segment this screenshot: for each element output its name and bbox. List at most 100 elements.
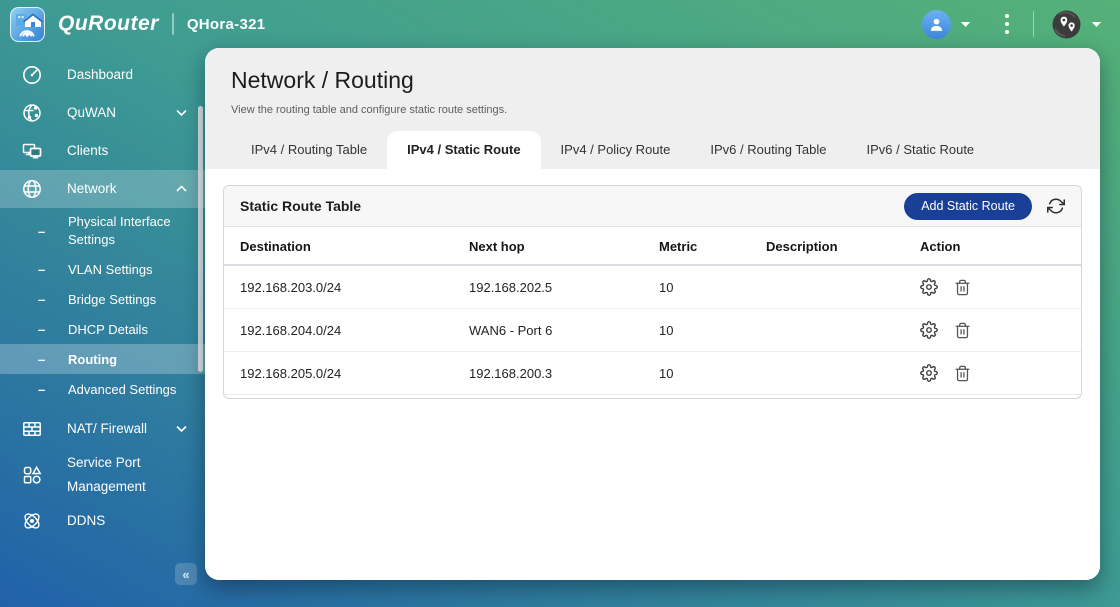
tab-ipv6-routing-table[interactable]: IPv6 / Routing Table [690, 131, 846, 169]
sidebar-subitem-bridge-settings[interactable]: – Bridge Settings [0, 284, 205, 314]
topbar-divider-2 [1033, 11, 1034, 37]
app-logo-icon[interactable] [10, 7, 45, 42]
static-route-table-header: Static Route Table Add Static Route [224, 186, 1081, 227]
clients-icon [21, 140, 43, 162]
sidebar-label: QuWAN [67, 103, 116, 123]
cell-metric: 10 [651, 352, 758, 395]
tab-ipv6-static-route[interactable]: IPv6 / Static Route [847, 131, 995, 169]
region-globe-icon[interactable] [1051, 9, 1082, 40]
sidebar-item-ddns[interactable]: DDNS [0, 502, 205, 540]
sidebar-label: NAT/ Firewall [67, 419, 147, 439]
refresh-icon[interactable] [1047, 197, 1065, 215]
sidebar-sublabel: Physical Interface Settings [68, 213, 186, 249]
sidebar-sublabel: Routing [68, 352, 117, 367]
trash-icon[interactable] [954, 279, 971, 296]
chevron-down-icon [176, 426, 187, 433]
tab-ipv4-routing-table[interactable]: IPv4 / Routing Table [231, 131, 387, 169]
topbar-right-controls [922, 9, 1102, 40]
static-route-table-card: Static Route Table Add Static Route [223, 185, 1082, 399]
sidebar-sublabel: Advanced Settings [68, 382, 176, 397]
settings-gear-icon[interactable] [920, 364, 938, 382]
sidebar-item-quwan[interactable]: QuWAN [0, 94, 205, 132]
column-action: Action [912, 227, 1081, 265]
user-avatar[interactable] [922, 10, 951, 39]
kebab-menu-icon[interactable] [1001, 10, 1013, 38]
sidebar-subitem-physical-interface-settings[interactable]: – Physical Interface Settings [0, 208, 205, 254]
dashboard-icon [21, 64, 43, 86]
cell-metric: 10 [651, 309, 758, 352]
column-metric: Metric [651, 227, 758, 265]
sidebar-subitem-routing[interactable]: – Routing [0, 344, 205, 374]
dash-bullet: – [38, 382, 47, 397]
trash-icon[interactable] [954, 322, 971, 339]
sidebar-label: Service Port Management [67, 451, 183, 498]
sidebar-item-dashboard[interactable]: Dashboard [0, 56, 205, 94]
sidebar-item-clients[interactable]: Clients [0, 132, 205, 170]
page-title: Network / Routing [231, 67, 1074, 94]
sidebar-subitem-dhcp-details[interactable]: – DHCP Details [0, 314, 205, 344]
cell-next-hop: 192.168.200.3 [461, 352, 651, 395]
cell-next-hop: 192.168.202.5 [461, 265, 651, 309]
tab-content: Static Route Table Add Static Route [205, 169, 1100, 580]
qurouter-app: QuRouter QHora-321 [0, 0, 1120, 607]
sidebar-scrollbar[interactable] [198, 106, 203, 372]
table-row: 192.168.203.0/24 192.168.202.5 10 [224, 265, 1081, 309]
chevron-up-icon [176, 186, 187, 193]
sidebar-item-service-port-management[interactable]: Service Port Management [0, 448, 205, 502]
cell-description [758, 352, 912, 395]
sidebar-sublabel: VLAN Settings [68, 262, 153, 277]
sidebar-subitem-vlan-settings[interactable]: – VLAN Settings [0, 254, 205, 284]
main-content-card: Network / Routing View the routing table… [205, 48, 1100, 580]
settings-gear-icon[interactable] [920, 278, 938, 296]
dash-bullet: – [38, 262, 47, 277]
chevron-down-icon [176, 110, 187, 117]
cell-destination: 192.168.205.0/24 [224, 352, 461, 395]
tab-ipv4-policy-route[interactable]: IPv4 / Policy Route [541, 131, 691, 169]
column-next-hop: Next hop [461, 227, 651, 265]
cell-destination: 192.168.204.0/24 [224, 309, 461, 352]
dash-bullet: – [38, 352, 47, 367]
add-static-route-button[interactable]: Add Static Route [904, 193, 1032, 220]
cell-next-hop: WAN6 - Port 6 [461, 309, 651, 352]
sidebar-nav: Dashboard QuWAN [0, 48, 205, 607]
table-title: Static Route Table [240, 198, 361, 214]
tab-ipv4-static-route[interactable]: IPv4 / Static Route [387, 131, 540, 169]
tab-bar: IPv4 / Routing Table IPv4 / Static Route… [231, 131, 1074, 169]
network-globe-icon [21, 178, 43, 200]
topbar-divider [172, 13, 174, 35]
cell-description [758, 265, 912, 309]
sidebar-collapse-button[interactable]: « [175, 563, 197, 585]
firewall-icon [21, 418, 43, 440]
column-destination: Destination [224, 227, 461, 265]
sidebar-label: Network [67, 179, 117, 199]
device-name: QHora-321 [187, 16, 266, 33]
cell-metric: 10 [651, 265, 758, 309]
sidebar-sublabel: DHCP Details [68, 322, 148, 337]
brand-wordmark: QuRouter [58, 12, 159, 36]
page-header: Network / Routing View the routing table… [205, 48, 1100, 169]
sidebar-label: Dashboard [67, 65, 133, 85]
column-description: Description [758, 227, 912, 265]
top-bar: QuRouter QHora-321 [0, 0, 1120, 48]
sidebar-sublabel: Bridge Settings [68, 292, 156, 307]
dash-bullet: – [38, 322, 47, 337]
sidebar-subitem-advanced-settings[interactable]: – Advanced Settings [0, 374, 205, 404]
cell-destination: 192.168.203.0/24 [224, 265, 461, 309]
settings-gear-icon[interactable] [920, 321, 938, 339]
page-subtitle: View the routing table and configure sta… [231, 104, 1074, 116]
service-port-icon [21, 464, 43, 486]
sidebar-label: Clients [67, 141, 108, 161]
dash-bullet: – [38, 292, 47, 307]
sidebar-label: DDNS [67, 511, 105, 531]
dash-bullet: – [38, 224, 47, 239]
sidebar-item-nat-firewall[interactable]: NAT/ Firewall [0, 410, 205, 448]
region-caret-down-icon[interactable] [1091, 21, 1102, 28]
user-caret-down-icon[interactable] [960, 21, 971, 28]
sidebar-item-network[interactable]: Network [0, 170, 205, 208]
collapse-chevrons-icon: « [182, 567, 189, 582]
trash-icon[interactable] [954, 365, 971, 382]
table-header-row: Destination Next hop Metric Description … [224, 227, 1081, 265]
ddns-icon [21, 510, 43, 532]
quwan-globe-icon [21, 102, 43, 124]
table-row: 192.168.204.0/24 WAN6 - Port 6 10 [224, 309, 1081, 352]
